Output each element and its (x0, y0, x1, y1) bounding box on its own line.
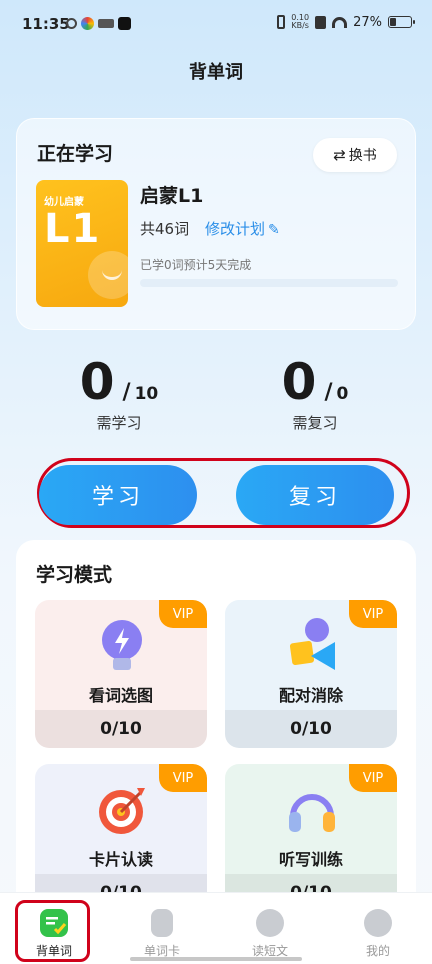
review-slash: / (324, 380, 333, 405)
status-time: 11:35 (22, 15, 70, 33)
mode-name: 配对消除 (278, 686, 343, 705)
shapes-icon (289, 618, 335, 670)
learn-counter: 0 / 10 需学习 (44, 356, 194, 433)
edit-plan-link[interactable]: 修改计划 ✎ (205, 218, 280, 239)
tab-profile[interactable]: 我的 (324, 893, 432, 964)
tab-highlight-frame (15, 900, 90, 962)
study-button[interactable]: 学习 (39, 465, 197, 525)
current-study-card: 正在学习 ⇄ 换书 幼儿启蒙 L1 启蒙L1 共46词 修改计划 ✎ 已学0词预计… (16, 118, 416, 330)
review-counter: 0 / 0 需复习 (240, 356, 390, 433)
mode-name: 卡片认读 (88, 850, 153, 869)
learn-slash: / (122, 380, 131, 405)
edit-plan-label: 修改计划 (205, 220, 266, 238)
status-right: 0.10 KB/s 27% (277, 14, 415, 30)
word-count: 共46词 (140, 220, 190, 238)
page-title: 背单词 (189, 62, 243, 83)
mode-card-word-to-picture[interactable]: VIP 看词选图 0/10 (35, 600, 207, 748)
home-indicator[interactable] (130, 957, 302, 961)
net-speed-unit: KB/s (291, 21, 309, 30)
book-level: L1 (44, 206, 102, 252)
review-label: 需复习 (292, 414, 338, 432)
app-notification-icon (81, 17, 94, 30)
progress-bar (140, 279, 398, 287)
tab-label: 我的 (365, 944, 390, 958)
app-notification-icon (98, 19, 114, 28)
progress-text: 已学0词预计5天完成 (140, 258, 252, 272)
wifi-icon (332, 16, 348, 28)
learn-current: 0 (79, 353, 115, 411)
study-modes-panel: 学习模式 VIP 看词选图 0/10 VIP 配对消除 0/10 VIP 卡片认… (16, 540, 416, 892)
vip-badge: VIP (349, 764, 397, 792)
review-total: 0 (336, 384, 349, 404)
notification-icons (66, 17, 131, 30)
target-icon (99, 788, 145, 834)
book-cover[interactable]: 幼儿启蒙 L1 (36, 180, 128, 307)
mode-card-flash-card[interactable]: VIP 卡片认读 0/10 (35, 764, 207, 892)
mode-name: 听写训练 (278, 850, 343, 869)
lightbulb-icon (102, 620, 142, 670)
switch-book-label: 换书 (348, 148, 377, 164)
battery-percent: 27% (353, 14, 382, 30)
vip-badge: VIP (159, 764, 207, 792)
learn-label: 需学习 (96, 414, 142, 432)
net-speed: 0.10 KB/s (291, 14, 309, 30)
headphones-icon (289, 794, 335, 832)
book-name: 启蒙L1 (140, 185, 204, 207)
vibrate-icon (277, 15, 286, 29)
card-icon (151, 909, 173, 937)
review-button[interactable]: 复习 (236, 465, 394, 525)
mode-card-dictation[interactable]: VIP 听写训练 0/10 (225, 764, 397, 892)
status-bar: 11:35 0.10 KB/s 27% (0, 0, 432, 52)
review-current: 0 (281, 353, 317, 411)
mode-stat: 0/10 (35, 874, 207, 892)
audio-icon (256, 909, 284, 937)
mode-name: 看词选图 (88, 686, 153, 705)
mode-stat: 0/10 (225, 710, 397, 748)
vip-badge: VIP (159, 600, 207, 628)
mode-stat: 0/10 (35, 710, 207, 748)
switch-book-button[interactable]: ⇄ 换书 (313, 138, 397, 172)
edit-icon: ✎ (268, 222, 280, 238)
learn-total: 10 (134, 384, 159, 404)
face-icon (364, 909, 392, 937)
mode-card-pair-match[interactable]: VIP 配对消除 0/10 (225, 600, 397, 748)
modes-title: 学习模式 (36, 564, 113, 586)
vip-badge: VIP (349, 600, 397, 628)
sim-icon (315, 15, 327, 29)
app-notification-icon (66, 18, 77, 29)
tab-word-cards[interactable]: 单词卡 (108, 893, 216, 964)
tab-read-passage[interactable]: 读短文 (216, 893, 324, 964)
battery-icon (388, 16, 415, 28)
tiktok-icon (118, 17, 131, 30)
smile-icon (88, 251, 128, 299)
swap-icon: ⇄ (333, 146, 346, 164)
mode-stat: 0/10 (225, 874, 397, 892)
current-study-label: 正在学习 (37, 143, 114, 165)
